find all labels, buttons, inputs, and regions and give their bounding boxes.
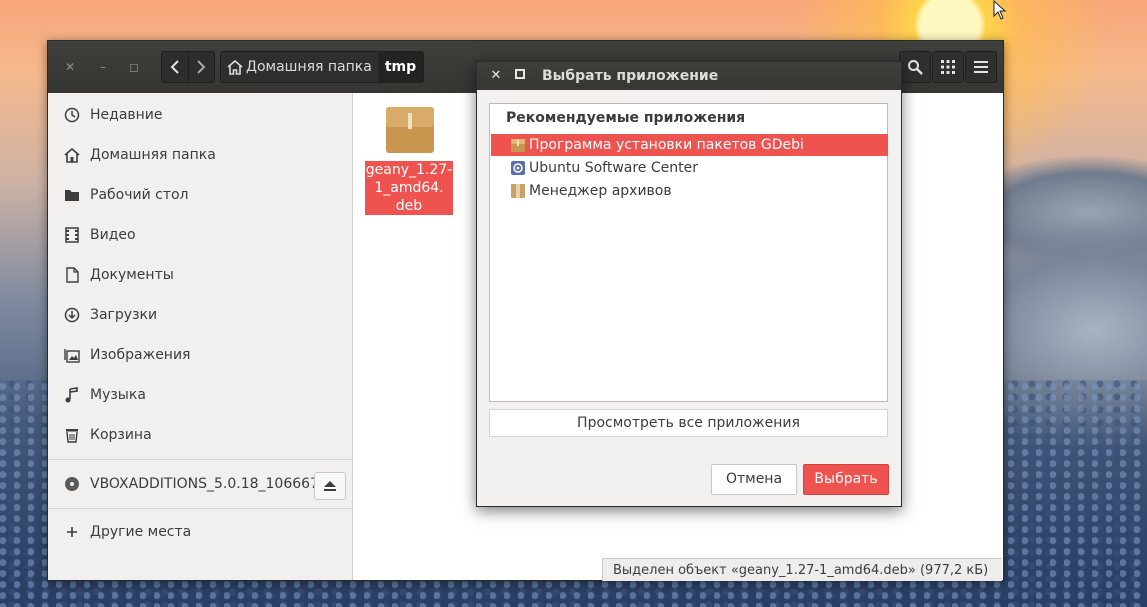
dialog-close-button[interactable]: ✕ [486,66,506,86]
sidebar-item-label: Видео [90,227,136,243]
choose-application-dialog: ✕ Выбрать приложение Рекомендуемые прило… [476,61,902,507]
home-icon [227,59,243,75]
trash-icon [62,425,82,445]
documents-icon [62,265,82,285]
plus-icon [62,522,82,542]
menu-button[interactable] [965,51,997,83]
desktop-icon [62,185,82,205]
sidebar-item-other-locations[interactable]: Другие места [48,512,352,552]
package-icon [386,107,434,153]
sidebar-item-label: Домашняя папка [90,147,216,163]
close-icon: ✕ [64,60,76,74]
sidebar-item-label: Рабочий стол [90,187,189,203]
sidebar-item-device[interactable]: VBOXADDITIONS_5.0.18_106667 [48,464,352,504]
sidebar-item-label: VBOXADDITIONS_5.0.18_106667 [90,476,319,492]
app-row-archive-manager[interactable]: Менеджер архивов [491,180,888,202]
home-icon [62,145,82,165]
maximize-icon: ◻ [129,60,139,74]
minimize-window-button[interactable]: – [91,55,115,79]
view-mode-button[interactable] [932,51,964,83]
menu-icon [974,61,988,73]
close-window-button[interactable]: ✕ [58,55,82,79]
sidebar-separator [48,508,352,509]
music-icon [62,385,82,405]
software-center-icon [511,161,525,175]
breadcrumb-current[interactable]: tmp [377,52,424,82]
file-name-line: geany_1.27- [365,162,453,178]
app-name: Ubuntu Software Center [529,160,698,176]
pictures-icon [62,345,82,365]
sidebar-item-trash[interactable]: Корзина [48,415,352,455]
sidebar-item-label: Изображения [90,347,191,363]
chevron-right-icon [197,60,206,74]
breadcrumb-current-label: tmp [384,59,417,75]
sidebar-item-pictures[interactable]: Изображения [48,335,352,375]
mouse-cursor-icon [993,0,1007,20]
sidebar-item-documents[interactable]: Документы [48,255,352,295]
recent-icon [62,105,82,125]
video-icon [62,225,82,245]
eject-button[interactable] [314,472,346,500]
sidebar-item-label: Документы [90,267,174,283]
sidebar-item-label: Недавние [90,107,163,123]
search-icon [908,60,923,75]
app-name: Программа установки пакетов GDebi [529,137,804,153]
back-button[interactable] [162,52,188,82]
sidebar-item-label: Другие места [90,524,192,540]
cancel-button[interactable]: Отмена [711,464,797,495]
breadcrumb-home[interactable]: Домашняя папка [221,52,378,82]
sidebar-item-home[interactable]: Домашняя папка [48,135,352,175]
sidebar-item-label: Музыка [90,387,146,403]
app-list: Рекомендуемые приложения Программа устан… [489,103,888,402]
minimize-icon: – [100,60,106,74]
sidebar-item-label: Загрузки [90,307,158,323]
eject-icon [324,481,336,491]
breadcrumb: Домашняя папка tmp [220,51,425,83]
gdebi-icon [511,139,525,152]
forward-button[interactable] [187,52,215,82]
file-name-line: deb [395,198,423,214]
dialog-title: Выбрать приложение [542,68,719,84]
chevron-left-icon [170,60,179,74]
sidebar-item-desktop[interactable]: Рабочий стол [48,175,352,215]
app-row-gdebi[interactable]: Программа установки пакетов GDebi [491,134,888,156]
dialog-titlebar: ✕ Выбрать приложение [477,62,901,90]
navigation-buttons [161,51,215,83]
status-bar: Выделен объект «geany_1.27-1_amd64.deb» … [602,558,1002,581]
sidebar-item-video[interactable]: Видео [48,215,352,255]
file-name-line: 1_amd64. [374,180,444,196]
maximize-window-button[interactable]: ◻ [122,55,146,79]
breadcrumb-home-label: Домашняя папка [246,59,372,75]
disc-icon [62,474,82,494]
archive-manager-icon [511,184,525,198]
app-row-software-center[interactable]: Ubuntu Software Center [491,157,888,179]
downloads-icon [62,305,82,325]
maximize-icon [515,69,525,79]
show-all-apps-button[interactable]: Просмотреть все приложения [489,409,888,437]
search-button[interactable] [899,51,931,83]
sidebar-item-label: Корзина [90,427,152,443]
select-button[interactable]: Выбрать [803,464,889,495]
file-name-label: geany_1.27- 1_amd64. deb [365,161,453,215]
dialog-maximize-button[interactable] [510,66,530,86]
sidebar-item-recent[interactable]: Недавние [48,95,352,135]
list-header: Рекомендуемые приложения [506,110,746,126]
sidebar-item-downloads[interactable]: Загрузки [48,295,352,335]
grid-view-icon [941,60,955,74]
sidebar-separator [48,459,352,460]
sidebar-item-music[interactable]: Музыка [48,375,352,415]
close-icon: ✕ [490,68,502,83]
sidebar: Недавние Домашняя папка Рабочий стол Вид… [48,93,353,580]
app-name: Менеджер архивов [529,183,672,199]
